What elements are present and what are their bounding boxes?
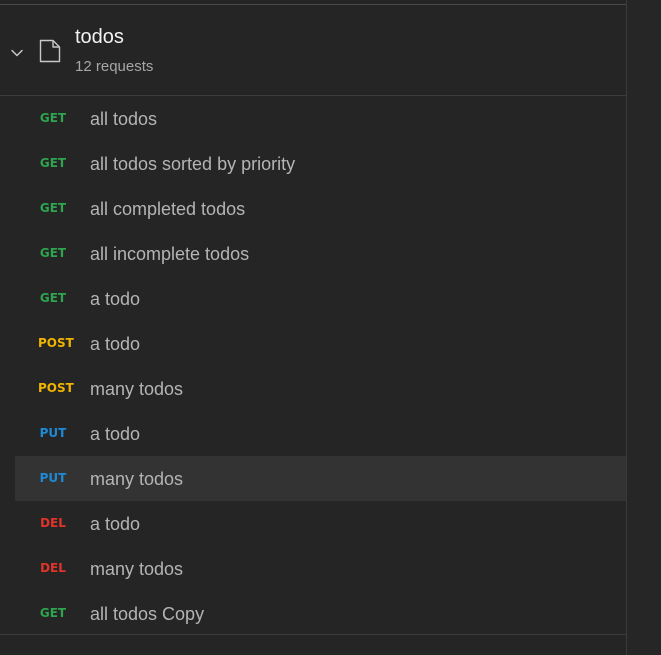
collection-title[interactable]: todos	[75, 25, 124, 49]
collection-request-count: 12 requests	[75, 58, 154, 75]
request-item[interactable]: GET all incomplete todos	[0, 231, 626, 276]
request-item[interactable]: PUT a todo	[0, 411, 626, 456]
request-item[interactable]: GET all todos sorted by priority	[0, 141, 626, 186]
request-method-badge: PUT	[39, 426, 67, 440]
request-name: all incomplete todos	[90, 244, 250, 264]
request-item[interactable]: GET all todos Copy	[0, 591, 626, 636]
request-name: a todo	[90, 289, 141, 309]
request-name: all todos sorted by priority	[90, 154, 296, 174]
request-item[interactable]: PUT many todos	[15, 456, 626, 501]
request-name: a todo	[90, 334, 141, 354]
request-method-badge: GET	[39, 246, 67, 260]
request-method-badge: PUT	[39, 471, 67, 485]
request-item[interactable]: DEL many todos	[0, 546, 626, 591]
request-method-badge: POST	[38, 336, 74, 350]
request-method-badge: GET	[39, 606, 67, 620]
request-method-badge: DEL	[40, 561, 66, 575]
request-item[interactable]: POST many todos	[0, 366, 626, 411]
request-name: many todos	[90, 379, 184, 399]
request-item[interactable]: GET a todo	[0, 276, 626, 321]
request-item[interactable]: GET all todos	[0, 96, 626, 141]
request-name: all todos	[90, 109, 158, 129]
collection-header[interactable]: todos 12 requests	[0, 5, 626, 95]
request-item[interactable]: POST a todo	[0, 321, 626, 366]
request-method-badge: GET	[39, 201, 67, 215]
request-method-badge: GET	[39, 156, 67, 170]
chevron-down-icon[interactable]	[9, 45, 25, 61]
collection-folder-icon	[38, 38, 62, 64]
request-item[interactable]: DEL a todo	[0, 501, 626, 546]
request-method-badge: GET	[39, 111, 67, 125]
request-name: all completed todos	[90, 199, 246, 219]
right-gutter	[627, 0, 661, 655]
request-list: GET all todos GET all todos sorted by prior…	[0, 96, 626, 636]
request-method-badge: GET	[39, 291, 67, 305]
request-method-badge: POST	[38, 381, 74, 395]
request-method-badge: DEL	[40, 516, 66, 530]
request-name: many todos	[90, 469, 184, 489]
request-name: a todo	[90, 514, 141, 534]
request-item[interactable]: GET all completed todos	[0, 186, 626, 231]
request-name: many todos	[90, 559, 184, 579]
request-name: a todo	[90, 424, 141, 444]
bottom-divider	[0, 634, 626, 635]
request-name: all todos Copy	[90, 604, 205, 624]
collections-panel: todos 12 requests GET all todos GET all tod…	[0, 0, 627, 655]
